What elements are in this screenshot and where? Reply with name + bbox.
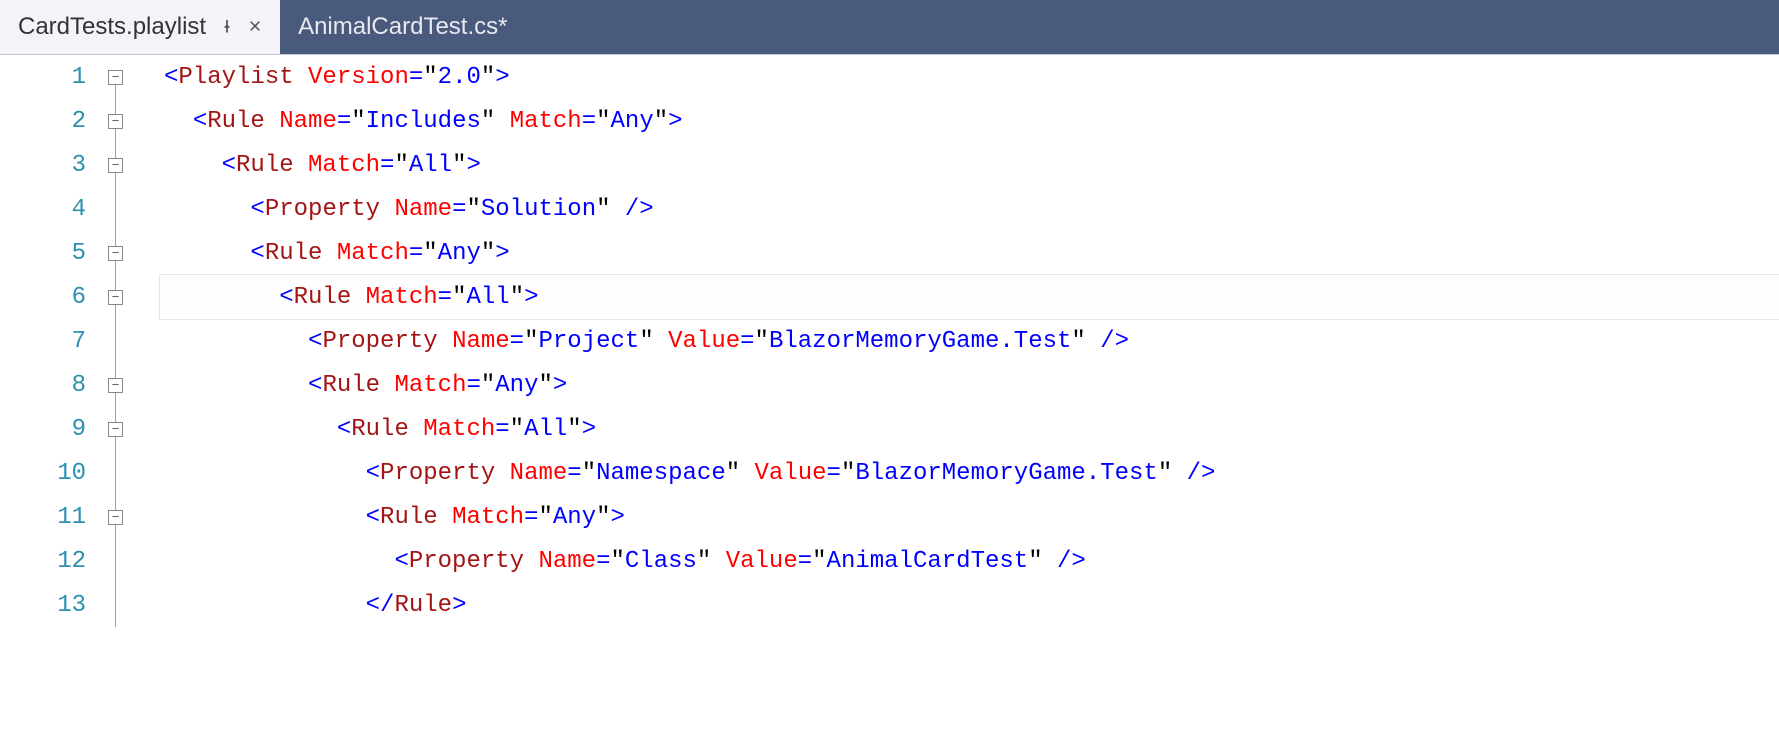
fold-column xyxy=(100,451,160,495)
gutter-row: 11− xyxy=(0,495,160,539)
gutter-row: 10 xyxy=(0,451,160,495)
fold-column xyxy=(100,319,160,363)
gutter-row: 7 xyxy=(0,319,160,363)
fold-toggle-icon[interactable]: − xyxy=(108,114,123,129)
tab-inactive[interactable]: AnimalCardTest.cs* xyxy=(280,0,525,54)
gutter: 1−2−3−45−6−78−9−1011−1213 xyxy=(0,55,160,741)
fold-toggle-icon[interactable]: − xyxy=(108,290,123,305)
line-number: 8 xyxy=(0,372,100,399)
fold-toggle-icon[interactable]: − xyxy=(108,422,123,437)
line-number: 5 xyxy=(0,240,100,267)
line-number: 7 xyxy=(0,328,100,355)
code-line[interactable]: <Property Name="Solution" /> xyxy=(160,187,1779,231)
line-number: 9 xyxy=(0,416,100,443)
fold-column xyxy=(100,539,160,583)
line-number: 4 xyxy=(0,196,100,223)
fold-column xyxy=(100,583,160,627)
tab-bar: CardTests.playlist AnimalCardTest.cs* xyxy=(0,0,1779,54)
fold-column: − xyxy=(100,99,160,143)
gutter-row: 1− xyxy=(0,55,160,99)
gutter-row: 13 xyxy=(0,583,160,627)
tab-label: AnimalCardTest.cs* xyxy=(298,13,507,41)
fold-column: − xyxy=(100,275,160,319)
fold-column: − xyxy=(100,363,160,407)
line-number: 1 xyxy=(0,64,100,91)
gutter-row: 4 xyxy=(0,187,160,231)
code-line[interactable]: <Rule Match="All"> xyxy=(160,407,1779,451)
line-number: 12 xyxy=(0,548,100,575)
gutter-row: 2− xyxy=(0,99,160,143)
fold-toggle-icon[interactable]: − xyxy=(108,70,123,85)
fold-column xyxy=(100,187,160,231)
code-line[interactable]: <Property Name="Project" Value="BlazorMe… xyxy=(160,319,1779,363)
fold-column: − xyxy=(100,495,160,539)
fold-toggle-icon[interactable]: − xyxy=(108,378,123,393)
fold-toggle-icon[interactable]: − xyxy=(108,510,123,525)
fold-column: − xyxy=(100,143,160,187)
tab-label: CardTests.playlist xyxy=(18,13,206,41)
code-line[interactable]: <Rule Match="Any"> xyxy=(160,495,1779,539)
pin-icon[interactable] xyxy=(220,17,234,38)
line-number: 11 xyxy=(0,504,100,531)
tab-active[interactable]: CardTests.playlist xyxy=(0,0,280,54)
fold-toggle-icon[interactable]: − xyxy=(108,246,123,261)
gutter-row: 8− xyxy=(0,363,160,407)
gutter-row: 5− xyxy=(0,231,160,275)
code-line[interactable]: <Rule Match="Any"> xyxy=(160,231,1779,275)
line-number: 2 xyxy=(0,108,100,135)
fold-column: − xyxy=(100,55,160,99)
line-number: 6 xyxy=(0,284,100,311)
code-line[interactable]: <Rule Match="All"> xyxy=(160,143,1779,187)
gutter-row: 12 xyxy=(0,539,160,583)
code-line[interactable]: <Property Name="Namespace" Value="Blazor… xyxy=(160,451,1779,495)
fold-column: − xyxy=(100,231,160,275)
code-line[interactable]: <Property Name="Class" Value="AnimalCard… xyxy=(160,539,1779,583)
gutter-row: 9− xyxy=(0,407,160,451)
gutter-row: 3− xyxy=(0,143,160,187)
code-line[interactable]: <Rule Match="All"> xyxy=(160,275,1779,319)
gutter-row: 6− xyxy=(0,275,160,319)
code-area[interactable]: <Playlist Version="2.0"> <Rule Name="Inc… xyxy=(160,55,1779,741)
fold-toggle-icon[interactable]: − xyxy=(108,158,123,173)
code-line[interactable]: <Playlist Version="2.0"> xyxy=(160,55,1779,99)
code-line[interactable]: <Rule Match="Any"> xyxy=(160,363,1779,407)
line-number: 3 xyxy=(0,152,100,179)
code-editor[interactable]: 1−2−3−45−6−78−9−1011−1213 <Playlist Vers… xyxy=(0,54,1779,741)
line-number: 13 xyxy=(0,592,100,619)
close-icon[interactable] xyxy=(248,17,262,38)
code-line[interactable]: <Rule Name="Includes" Match="Any"> xyxy=(160,99,1779,143)
line-number: 10 xyxy=(0,460,100,487)
fold-column: − xyxy=(100,407,160,451)
code-line[interactable]: </Rule> xyxy=(160,583,1779,627)
